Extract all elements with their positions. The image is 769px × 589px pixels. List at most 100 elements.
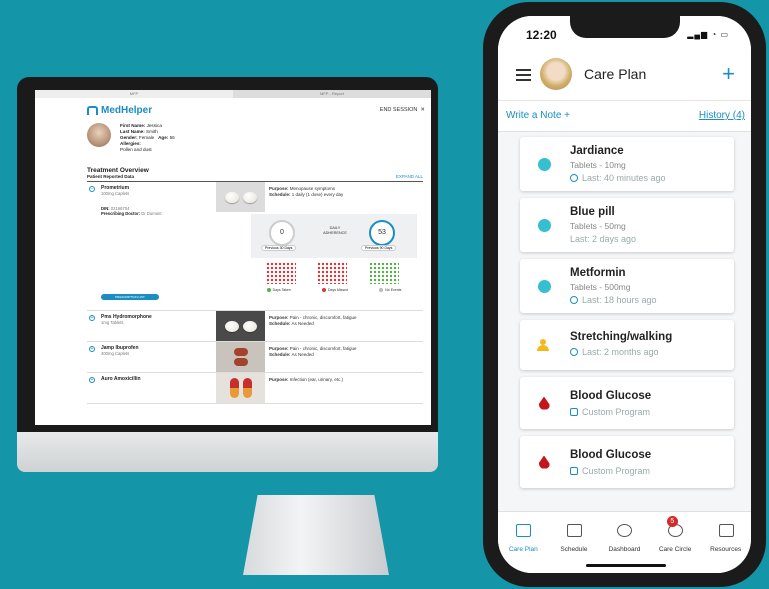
tab-mfp-report[interactable]: MFP - Report (233, 90, 431, 98)
schedule-label: Schedule: (269, 192, 291, 197)
previous-30-days-button[interactable]: Previous 30 Days (261, 245, 297, 251)
med-doctor: Prescribing Doctor: Dr Dumont (101, 211, 216, 216)
list-item[interactable]: Blood Glucose Custom Program (520, 436, 734, 488)
item-meta: Custom Program (570, 407, 650, 417)
last-name-label: Last Name: (120, 129, 145, 134)
collapse-icon[interactable]: − (89, 186, 95, 192)
doctor-label: Prescribing Doctor: (101, 211, 141, 216)
bell-icon (570, 296, 578, 304)
user-avatar[interactable] (540, 58, 572, 90)
med-row-ibuprofen[interactable]: + Jamp Ibuprofen 400mg Caplets Purpose: … (87, 342, 423, 373)
list-item[interactable]: Metformin Tablets - 500mg Last: 18 hours… (520, 259, 734, 313)
item-title: Metformin (570, 267, 626, 279)
pill-image (233, 358, 248, 366)
check-circle-icon[interactable] (536, 217, 552, 233)
med-row-hydromorphone[interactable]: + Pms Hydromorphone 1mg Tablets Purpose:… (87, 311, 423, 342)
purpose-value: Pain - chronic, discomfort, fatigue (289, 346, 357, 351)
capsule-image (229, 378, 239, 398)
list-item[interactable]: Blue pill Tablets - 50mg Last: 2 days ag… (520, 198, 734, 252)
item-subtitle: Tablets - 10mg (570, 160, 626, 170)
adherence-dots-missed (317, 262, 347, 284)
prescription-list-button[interactable]: PRESCRIPTION LIST (101, 294, 159, 300)
purpose-label: Purpose: (269, 186, 289, 191)
allergies-value: Pollen and dust (120, 147, 152, 152)
write-note-button[interactable]: Write a Note + (506, 110, 570, 121)
adherence-dots-missed (266, 262, 296, 284)
item-meta: Last: 18 hours ago (570, 295, 657, 305)
last-name-value: Smith (146, 129, 158, 134)
expand-all-button[interactable]: EXPAND ALL (396, 174, 423, 179)
status-time: 12:20 (526, 28, 557, 42)
history-link[interactable]: History (4) (699, 110, 745, 121)
legend-days-taken: Days Taken (267, 288, 291, 292)
purpose-label: Purpose: (269, 346, 289, 351)
adherence-dots-taken (369, 262, 399, 284)
med-image (216, 311, 265, 341)
purpose-value: Menopause symptoms (289, 186, 336, 191)
item-meta-text: Custom Program (582, 466, 651, 476)
nav-label: Care Plan (508, 546, 538, 553)
item-meta-text: Last: 18 hours ago (582, 295, 657, 305)
item-meta-text: Custom Program (582, 407, 651, 417)
nav-resources[interactable]: Resources (700, 512, 751, 573)
treatment-overview: Treatment Overview Patient Reported Data… (87, 167, 423, 404)
med-summary: + Auro Amoxicillin (87, 373, 216, 403)
medhelper-logo: MedHelper (87, 105, 152, 116)
add-button[interactable]: + (722, 60, 735, 88)
med-summary: + Pms Hydromorphone 1mg Tablets (87, 311, 216, 341)
previous-90-days-button[interactable]: Previous 90 Days (361, 245, 397, 251)
note-bar: Write a Note + History (4) (498, 101, 751, 132)
item-subtitle: Tablets - 50mg (570, 221, 626, 231)
expand-icon[interactable]: + (89, 346, 95, 352)
schedule-value: As Needed (291, 321, 314, 326)
page-title: Care Plan (584, 66, 647, 82)
tab-mfp[interactable]: MFP (35, 90, 233, 98)
check-circle-icon[interactable] (536, 156, 552, 172)
item-title: Blue pill (570, 206, 615, 218)
list-item[interactable]: Blood Glucose Custom Program (520, 377, 734, 429)
person-add-icon (536, 337, 552, 353)
purpose-value: Infection (ear, urinary, etc.) (289, 377, 343, 382)
end-session-button[interactable]: END SESSION ✕ (380, 107, 425, 113)
list-item[interactable]: Jardiance Tablets - 10mg Last: 40 minute… (520, 137, 734, 191)
med-dose: 400mg Caplets (101, 351, 130, 356)
calendar-icon (566, 524, 582, 537)
expand-icon[interactable]: + (89, 315, 95, 321)
first-name-value: Jessica (146, 123, 162, 128)
patient-info: First Name: Jessica Last Name: Smith Gen… (87, 119, 431, 167)
med-row-amoxicillin[interactable]: + Auro Amoxicillin Purpose: Infection (e… (87, 373, 423, 404)
hamburger-menu-icon[interactable] (516, 69, 531, 81)
item-title: Stretching/walking (570, 331, 673, 343)
med-row-prometrium[interactable]: − Prometrium 100mg Caplets DIN: 02166704… (87, 182, 423, 311)
phone-mockup: 12:20 ▂▄▆ ◔ ▭ Care Plan + Write a Note +… (483, 2, 766, 587)
browser-tabs: MFP MFP - Report (35, 90, 431, 98)
expand-icon[interactable]: + (89, 377, 95, 383)
care-plan-list: Jardiance Tablets - 10mg Last: 40 minute… (498, 137, 751, 495)
capsule-image (242, 378, 252, 398)
pill-image (224, 191, 239, 203)
adherence-90-circle: 53 (369, 220, 395, 246)
adherence-panel: 0 53 DAILY ADHERENCE Previous 30 Days Pr… (251, 214, 417, 302)
imac-stand (243, 495, 389, 575)
alarm-clock-icon (570, 174, 578, 182)
list-item[interactable]: Stretching/walking Last: 2 months ago (520, 320, 734, 370)
item-meta: Last: 2 months ago (570, 347, 659, 357)
med-dose: 100mg Caplets (101, 191, 130, 196)
daily-adherence-label: DAILY ADHERENCE (315, 226, 355, 236)
adherence-30-circle: 0 (269, 220, 295, 246)
home-indicator[interactable] (586, 564, 666, 567)
legend-no-events: No Events (379, 288, 401, 292)
nav-label: Care Circle (658, 546, 692, 553)
nav-care-plan[interactable]: Care Plan (498, 512, 549, 573)
imac-mockup: MFP MFP - Report MedHelper END SESSION ✕… (17, 77, 438, 497)
desktop-app: MFP MFP - Report MedHelper END SESSION ✕… (35, 90, 431, 425)
item-title: Jardiance (570, 145, 624, 157)
section-subheader: Patient Reported Data EXPAND ALL (87, 174, 423, 182)
adherence-legend: Days Taken Days Missed No Events (251, 288, 417, 292)
purpose-value: Pain - chronic, discomfort, fatigue (289, 315, 357, 320)
item-meta: Last: 2 days ago (570, 234, 637, 244)
check-circle-icon[interactable] (536, 278, 552, 294)
section-title: Treatment Overview (87, 167, 149, 174)
med-image (216, 182, 265, 212)
program-icon (570, 408, 578, 416)
